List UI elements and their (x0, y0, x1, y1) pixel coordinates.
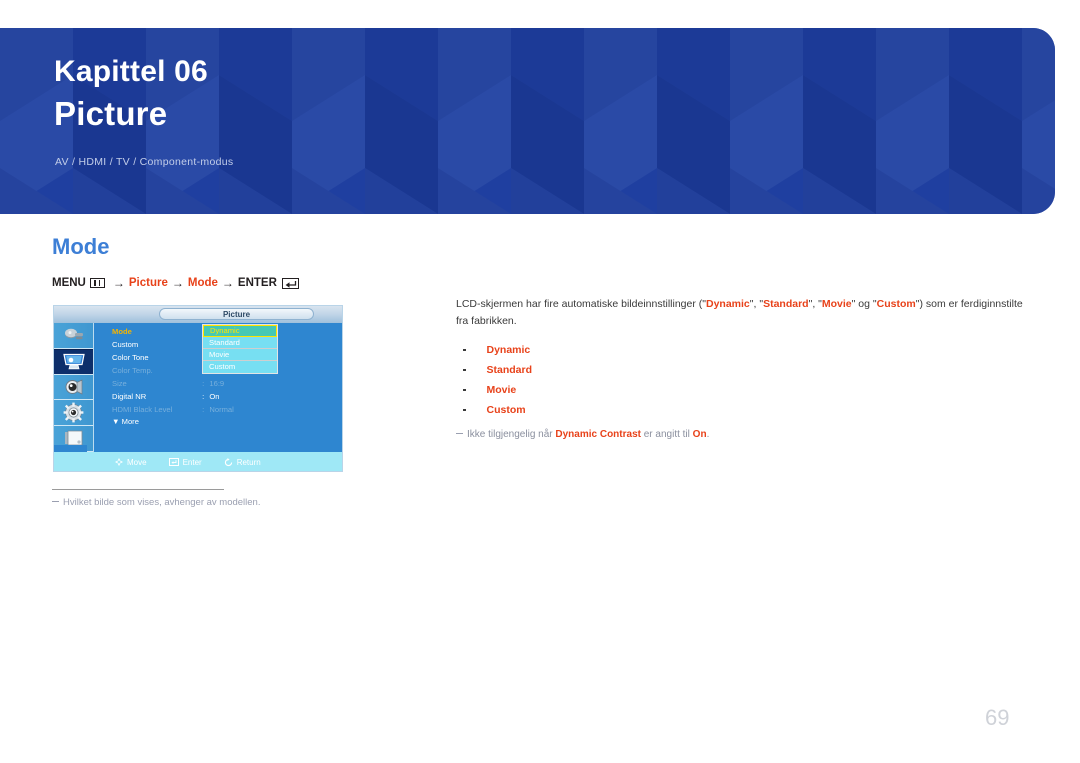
breadcrumb-step-mode: Mode (187, 277, 218, 289)
footnote-dash-icon (52, 500, 59, 502)
intro-mode-standard: Standard (763, 297, 809, 310)
osd-mode-dropdown[interactable]: Dynamic Standard Movie Custom (202, 324, 278, 374)
osd-footer-label: Move (127, 457, 147, 467)
list-item: Dynamic (456, 340, 1026, 360)
bullet-dot-icon (463, 408, 466, 412)
breadcrumb-enter-label: ENTER (237, 277, 277, 289)
osd-footer-return[interactable]: Return (224, 457, 261, 467)
intro-sep-1: ", " (749, 297, 764, 310)
mode-name: Standard (486, 364, 533, 376)
osd-footer-enter[interactable]: Enter (168, 457, 202, 467)
osd-title: Picture (159, 308, 314, 320)
chapter-header-banner: Kapittel 06 Picture AV / HDMI / TV / Com… (0, 28, 1055, 214)
osd-dropdown-option-standard[interactable]: Standard (203, 337, 277, 349)
osd-row-value: On (209, 392, 220, 401)
enter-return-icon (281, 277, 299, 289)
availability-note: Ikke tilgjengelig når Dynamic Contrast e… (456, 427, 1026, 442)
avail-prefix: Ikke tilgjengelig når (467, 429, 556, 440)
osd-row-more[interactable]: ▼ More (112, 417, 139, 426)
osd-footer-label: Return (236, 457, 261, 467)
osd-row-hdmi-black-level: HDMI Black Level : Normal (112, 403, 342, 416)
osd-footer-bar: Move Enter Return (54, 452, 342, 471)
osd-row-label: HDMI Black Level (112, 405, 173, 414)
list-item: Standard (456, 360, 1026, 380)
main-content-column: LCD-skjermen har fire automatiske bildei… (456, 285, 1026, 442)
intro-mode-custom: Custom (876, 297, 916, 310)
chapter-title: Picture (54, 95, 168, 132)
sound-speaker-icon (65, 379, 82, 395)
move-dpad-icon (115, 458, 123, 466)
osd-row-separator: : (202, 392, 205, 401)
osd-row-label: Color Temp. (112, 366, 153, 375)
osd-dropdown-option-dynamic[interactable]: Dynamic (203, 325, 277, 337)
footnote-divider (52, 489, 224, 490)
osd-footer-tab (54, 445, 87, 452)
osd-icon-sound[interactable] (54, 375, 93, 401)
osd-icon-setup[interactable] (54, 400, 93, 427)
osd-row-separator: : (202, 405, 205, 414)
page-number: 69 (985, 705, 1010, 730)
breadcrumb: MENU → Picture → Mode → ENTER (52, 276, 299, 290)
breadcrumb-arrow-3: → (221, 276, 234, 290)
osd-icon-picture[interactable] (54, 348, 93, 375)
mode-name: Custom (486, 404, 526, 416)
osd-row-label: Size (112, 379, 127, 388)
bullet-dot-icon (463, 388, 466, 392)
osd-row-digital-nr[interactable]: Digital NR : On (112, 390, 342, 403)
header-subtitle: AV / HDMI / TV / Component-modus (55, 156, 234, 168)
osd-row-label: Color Tone (112, 353, 149, 362)
breadcrumb-arrow-1: → (112, 276, 125, 290)
osd-row-label: Digital NR (112, 392, 147, 401)
mode-name: Movie (486, 384, 517, 396)
avail-bold-on: On (692, 429, 707, 440)
breadcrumb-step-picture: Picture (128, 277, 168, 289)
menu-bars-icon (89, 278, 105, 288)
osd-footer-move[interactable]: Move (115, 458, 147, 467)
input-source-icon (64, 328, 83, 340)
page-title: Mode (52, 234, 110, 259)
tv-osd-screenshot: Picture Mode Custom Color Tone Color Tem… (53, 305, 343, 472)
mode-name: Dynamic (486, 344, 531, 356)
avail-middle: er angitt til (640, 429, 693, 440)
header-title-group: Kapittel 06 Picture (54, 52, 208, 136)
bullet-dot-icon (463, 348, 466, 352)
mode-list: Dynamic Standard Movie Custom (456, 340, 1026, 420)
avail-suffix: . (706, 429, 710, 440)
osd-footer-label: Enter (182, 457, 202, 467)
osd-row-value: 16:9 (209, 379, 225, 388)
intro-sep-3: " og " (851, 297, 877, 310)
note-dash-icon (456, 432, 463, 434)
avail-bold-dynamic-contrast: Dynamic Contrast (555, 429, 641, 440)
footnote-text: Hvilket bilde som vises, avhenger av mod… (63, 497, 261, 508)
osd-row-size: Size : 16:9 (112, 377, 342, 390)
breadcrumb-arrow-2: → (171, 276, 184, 290)
list-item: Movie (456, 380, 1026, 400)
intro-mode-movie: Movie (821, 297, 852, 310)
chapter-number: Kapittel 06 (54, 55, 208, 88)
intro-prefix: LCD-skjermen har fire automatiske bildei… (456, 297, 706, 310)
return-arrow-icon (224, 457, 232, 466)
list-item: Custom (456, 400, 1026, 420)
setup-gear-icon (63, 402, 84, 423)
intro-mode-dynamic: Dynamic (706, 297, 750, 310)
osd-row-label: Mode (112, 327, 132, 336)
picture-monitor-icon (62, 354, 85, 370)
left-footnote: Hvilket bilde som vises, avhenger av mod… (52, 489, 382, 508)
osd-icon-input-source[interactable] (54, 323, 93, 349)
osd-row-label: Custom (112, 340, 139, 349)
osd-row-value: Normal (209, 405, 234, 414)
osd-row-separator: : (202, 379, 205, 388)
breadcrumb-menu-label: MENU (52, 277, 86, 289)
bullet-dot-icon (463, 368, 466, 372)
enter-key-icon (168, 458, 179, 466)
osd-dropdown-option-custom[interactable]: Custom (203, 361, 277, 373)
osd-menu-body: Mode : Custom Color Tone : Color Temp. S… (94, 323, 342, 452)
intro-paragraph: LCD-skjermen har fire automatiske bildei… (456, 296, 1026, 330)
osd-dropdown-option-movie[interactable]: Movie (203, 349, 277, 361)
intro-sep-2: ", " (808, 297, 822, 310)
osd-icon-column (54, 323, 94, 452)
